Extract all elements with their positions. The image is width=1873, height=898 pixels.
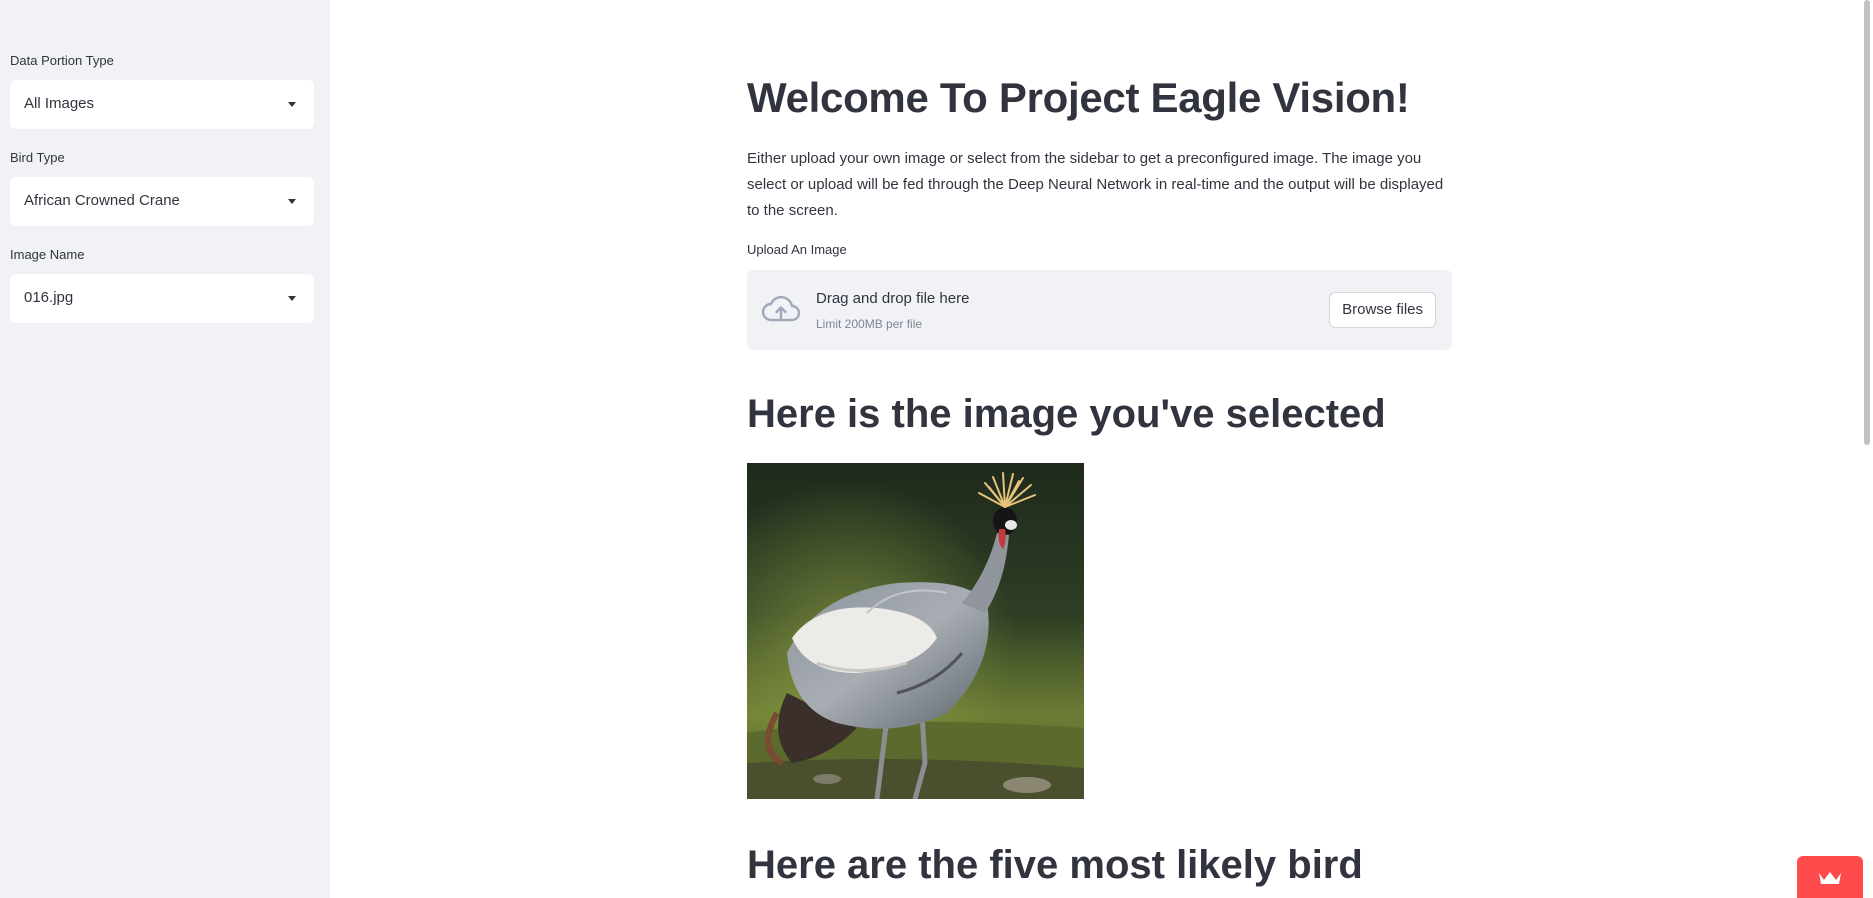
chevron-down-icon [288,296,296,301]
crown-icon [1819,872,1841,884]
cloud-upload-icon [761,295,801,322]
app-badge[interactable] [1797,856,1863,898]
chevron-down-icon [288,199,296,204]
bird-type-select[interactable]: African Crowned Crane [10,177,314,226]
sidebar: Data Portion Type All Images Bird Type A… [0,0,330,898]
selected-image-heading: Here is the image you've selected [747,392,1386,436]
data-portion-select[interactable]: All Images [10,80,314,129]
image-name-label: Image Name [10,247,85,262]
bird-type-value: African Crowned Crane [24,192,180,209]
dropzone-instructions: Drag and drop file here [816,290,970,307]
main-scrollbar[interactable] [1864,0,1870,445]
browse-files-button[interactable]: Browse files [1329,292,1436,328]
main-area: Welcome To Project Eagle Vision! Either … [330,0,1873,898]
chevron-down-icon [288,102,296,107]
bird-type-label: Bird Type [10,150,65,165]
predictions-heading: Here are the five most likely bird [747,843,1363,887]
image-name-value: 016.jpg [24,289,74,306]
data-portion-label: Data Portion Type [10,53,114,68]
intro-text: Either upload your own image or select f… [747,150,1444,219]
data-portion-value: All Images [24,95,95,112]
upload-label: Upload An Image [747,242,847,257]
app-root: Data Portion Type All Images Bird Type A… [0,0,1873,898]
dropzone-limit: Limit 200MB per file [816,317,923,331]
image-name-select[interactable]: 016.jpg [10,274,314,323]
selected-bird-image [747,463,1084,799]
page-title: Welcome To Project Eagle Vision! [747,74,1410,121]
file-dropzone[interactable]: Drag and drop file here Limit 200MB per … [747,270,1452,350]
